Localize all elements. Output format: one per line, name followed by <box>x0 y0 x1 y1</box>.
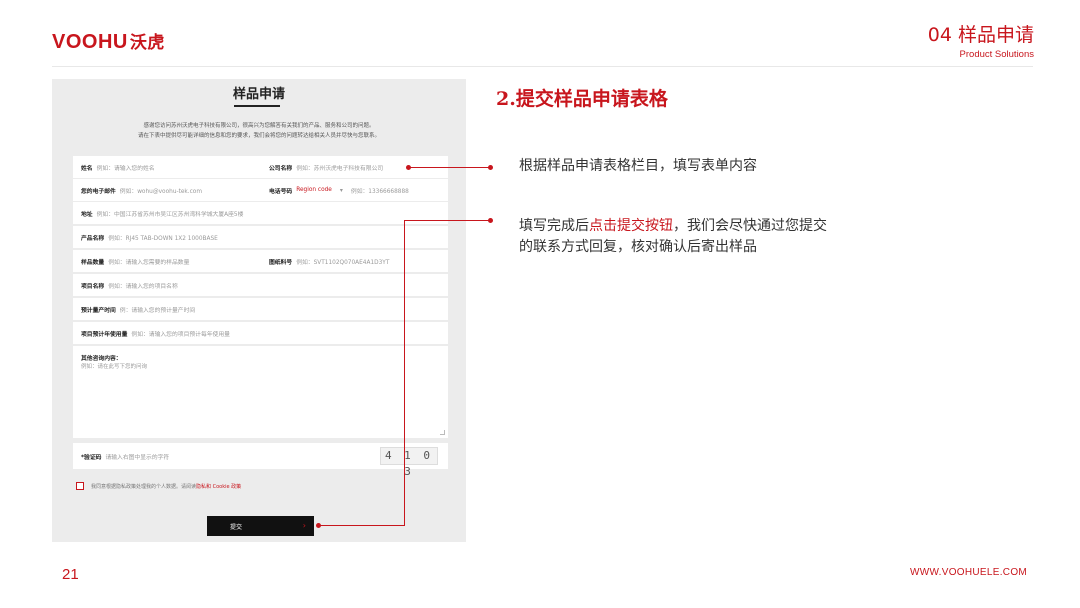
note-submit-line1: 填写完成后点击提交按钮，我们会尽快通过您提交 <box>519 216 827 237</box>
form-row-project[interactable]: 项目名称 例如：请输入您的项目名称 <box>73 274 448 296</box>
arrow-right-icon: › <box>302 521 306 530</box>
logo-cn-text: 沃虎 <box>129 33 165 53</box>
form-row-qty-pn: 样品数量 例如：请输入您需要的样品数量 图纸料号 例如：SVT1102Q070A… <box>73 250 448 272</box>
note-submit-highlight: 点击提交按钮 <box>589 218 673 234</box>
note-submit-line2: 的联系方式回复，核对确认后寄出样品 <box>519 239 757 255</box>
email-field[interactable]: 您的电子邮件 例如：wohu@voohu-tek.com <box>81 179 202 201</box>
quantity-placeholder: 例如：请输入您需要的样品数量 <box>108 259 190 266</box>
form-row-usage[interactable]: 项目预计年使用量 例如：请输入您的项目预计每年使用量 <box>73 322 448 344</box>
chevron-down-icon[interactable]: ▾ <box>340 187 343 194</box>
checkbox-icon[interactable] <box>76 482 84 490</box>
form-row-product[interactable]: 产品名称 例如：RJ45 TAB-DOWN 1X2 1000BASE <box>73 226 448 248</box>
privacy-link[interactable]: 隐私和 Cookie 政策 <box>196 483 241 490</box>
callout-dot-submit <box>316 523 321 528</box>
schedule-field[interactable]: 预计量产时间 例：请输入您的预计量产时间 <box>81 298 195 320</box>
name-label: 姓名 <box>81 165 93 172</box>
note-submit-pre: 填写完成后 <box>519 218 589 234</box>
address-label: 地址 <box>81 211 93 218</box>
phone-field[interactable]: 电话号码 Region code ▾ 例如：13366668888 <box>269 179 409 201</box>
address-placeholder: 例如：中国江苏省苏州市吴江区苏州湾科学城大厦A座5楼 <box>96 211 244 218</box>
website-link[interactable]: WWW.VOOHUELE.COM <box>910 567 1027 578</box>
address-field[interactable]: 地址 例如：中国江苏省苏州市吴江区苏州湾科学城大厦A座5楼 <box>81 202 243 224</box>
usage-label: 项目预计年使用量 <box>81 331 128 338</box>
intro-line-1: 感谢您访问苏州沃虎电子科技有限公司，很高兴为您解答有关我们的产品、服务和公司的问… <box>143 123 375 129</box>
company-label: 公司名称 <box>269 165 293 172</box>
brand-logo: VOOHU 沃虎 <box>52 28 165 54</box>
part-number-field[interactable]: 图纸料号 例如：SVT1102Q070AE4A1D3YT <box>269 250 389 272</box>
name-placeholder: 例如：请输入您的姓名 <box>96 165 155 172</box>
email-label: 您的电子邮件 <box>81 188 116 195</box>
project-placeholder: 例如：请输入您的项目名称 <box>108 283 178 290</box>
project-label: 项目名称 <box>81 283 105 290</box>
resize-handle-icon[interactable] <box>440 430 445 435</box>
note-fill-form: 根据样品申请表格栏目，填写表单内容 <box>519 158 757 174</box>
callout-line-1 <box>408 167 490 168</box>
usage-placeholder: 例如：请输入您的项目预计每年使用量 <box>131 331 230 338</box>
title-underline <box>234 105 280 107</box>
form-row-address[interactable]: 地址 例如：中国江苏省苏州市吴江区苏州湾科学城大厦A座5楼 <box>73 202 448 224</box>
submit-button[interactable]: 提交 › <box>207 516 314 536</box>
logo-text: VOOHU <box>52 31 128 53</box>
section-heading: 04 样品申请 Product Solutions <box>928 20 1034 60</box>
part-number-placeholder: 例如：SVT1102Q070AE4A1D3YT <box>296 259 390 266</box>
form-row-schedule[interactable]: 预计量产时间 例：请输入您的预计量产时间 <box>73 298 448 320</box>
privacy-agreement: 我同意根据隐私政策处理我的个人数据。请阅读 隐私和 Cookie 政策 <box>76 482 241 490</box>
other-inquiry-label: 其他咨询内容： <box>81 356 122 362</box>
intro-line-2: 请在下表中提供尽可能详细的信息和您的要求，我们会将您的问题转达给相关人员并尽快与… <box>137 133 380 139</box>
email-placeholder: 例如：wohu@voohu-tek.com <box>119 188 203 195</box>
product-placeholder: 例如：RJ45 TAB-DOWN 1X2 1000BASE <box>108 235 218 242</box>
section-subtitle: Product Solutions <box>959 49 1034 60</box>
note-submit: 填写完成后点击提交按钮，我们会尽快通过您提交 的联系方式回复，核对确认后寄出样品 <box>519 216 827 258</box>
product-field[interactable]: 产品名称 例如：RJ45 TAB-DOWN 1X2 1000BASE <box>81 226 218 248</box>
captcha-row: *验证码 请输入右图中显示的字符 4 1 0 3 <box>73 443 448 478</box>
callout-line-2a <box>404 220 490 221</box>
form-row-email-phone: 您的电子邮件 例如：wohu@voohu-tek.com 电话号码 Region… <box>73 179 448 201</box>
agree-text: 我同意根据隐私政策处理我的个人数据。请阅读 <box>91 483 197 490</box>
callout-dot-note1 <box>488 165 493 170</box>
captcha-placeholder: 请输入右图中显示的字符 <box>105 454 170 461</box>
callout-line-2c <box>318 525 405 526</box>
captcha-image[interactable]: 4 1 0 3 <box>380 447 438 478</box>
usage-field[interactable]: 项目预计年使用量 例如：请输入您的项目预计每年使用量 <box>81 322 230 344</box>
quantity-field[interactable]: 样品数量 例如：请输入您需要的样品数量 <box>81 250 189 272</box>
note-submit-post: ，我们会尽快通过您提交 <box>673 218 827 234</box>
product-label: 产品名称 <box>81 235 105 242</box>
form-row-name-company: 姓名 例如：请输入您的姓名 公司名称 例如：苏州沃虎电子科技有限公司 <box>73 156 448 178</box>
section-title: 04 样品申请 <box>927 24 1034 46</box>
quantity-label: 样品数量 <box>81 259 105 266</box>
other-inquiry-textarea[interactable]: 其他咨询内容： 例如：请在此写下您的问询 <box>73 346 448 438</box>
other-inquiry-placeholder: 例如：请在此写下您的问询 <box>81 364 148 370</box>
form-title: 样品申请 <box>232 87 285 102</box>
schedule-placeholder: 例：请输入您的预计量产时间 <box>119 307 196 314</box>
phone-label: 电话号码 <box>269 188 293 195</box>
phone-placeholder: 例如：13366668888 <box>350 188 409 195</box>
captcha-label: *验证码 <box>81 454 102 461</box>
part-number-label: 图纸料号 <box>269 259 293 266</box>
step-title: 2.提交样品申请表格 <box>496 88 668 110</box>
company-placeholder: 例如：苏州沃虎电子科技有限公司 <box>296 165 384 172</box>
callout-line-2b <box>404 220 405 526</box>
captcha-field[interactable]: *验证码 请输入右图中显示的字符 <box>81 443 169 469</box>
submit-label: 提交 <box>230 523 243 531</box>
name-field[interactable]: 姓名 例如：请输入您的姓名 <box>81 156 155 178</box>
page-number: 21 <box>62 566 79 583</box>
project-field[interactable]: 项目名称 例如：请输入您的项目名称 <box>81 274 178 296</box>
header-divider <box>52 66 1033 67</box>
schedule-label: 预计量产时间 <box>81 307 116 314</box>
form-intro: 感谢您访问苏州沃虎电子科技有限公司，很高兴为您解答有关我们的产品、服务和公司的问… <box>52 121 466 141</box>
region-code-select[interactable]: Region code <box>296 187 332 193</box>
company-field[interactable]: 公司名称 例如：苏州沃虎电子科技有限公司 <box>269 156 383 178</box>
